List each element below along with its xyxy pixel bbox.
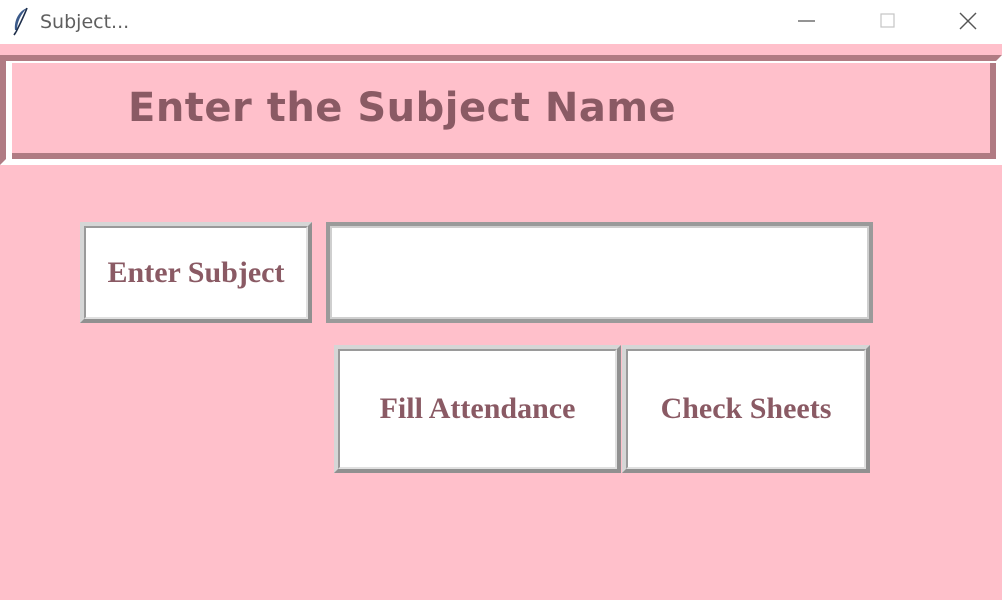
enter-subject-label-text: Enter Subject	[107, 255, 285, 289]
window-title: Subject...	[40, 11, 130, 33]
enter-subject-label: Enter Subject	[80, 222, 312, 323]
fill-attendance-button[interactable]: Fill Attendance	[334, 345, 621, 473]
header-panel: Enter the Subject Name	[12, 63, 996, 159]
maximize-button[interactable]	[858, 0, 914, 44]
close-icon	[959, 12, 977, 30]
header-banner: Enter the Subject Name	[0, 55, 1002, 165]
minimize-icon	[798, 20, 815, 22]
check-sheets-button[interactable]: Check Sheets	[622, 345, 870, 473]
feather-icon	[13, 7, 28, 36]
title-bar: Subject...	[0, 0, 1002, 44]
maximize-icon	[880, 13, 895, 28]
fill-attendance-label: Fill Attendance	[379, 392, 576, 425]
subject-input[interactable]	[336, 232, 863, 313]
subject-input-box[interactable]	[326, 222, 873, 323]
close-button[interactable]	[940, 0, 996, 44]
minimize-button[interactable]	[778, 0, 834, 44]
check-sheets-label: Check Sheets	[660, 392, 832, 425]
page-title: Enter the Subject Name	[128, 85, 677, 131]
